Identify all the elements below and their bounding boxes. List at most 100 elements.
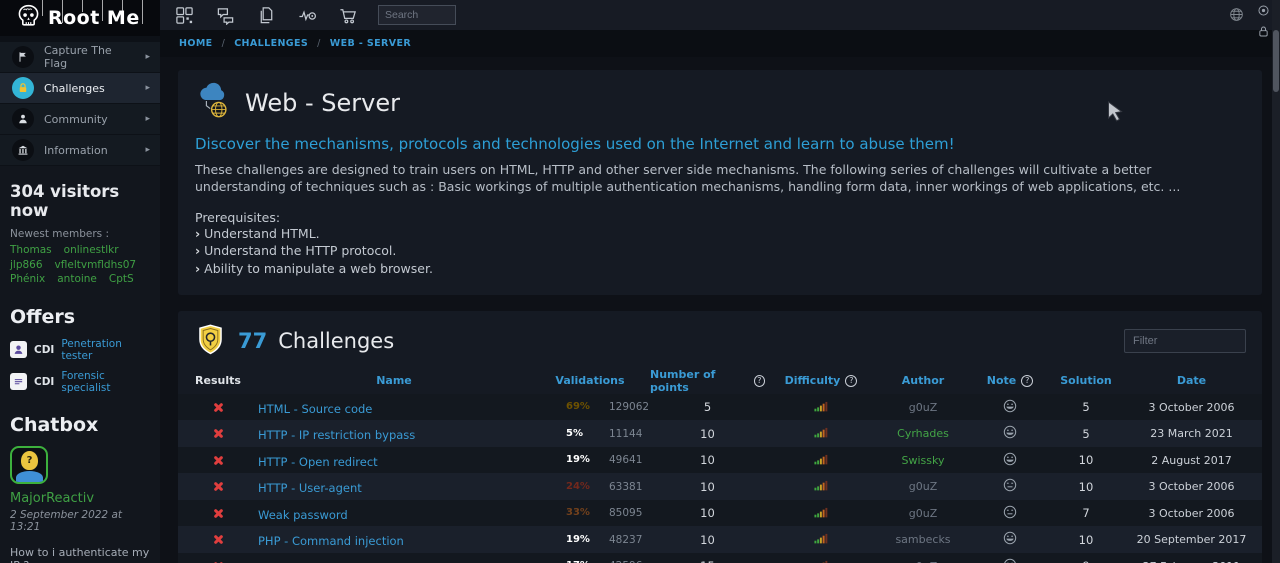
activity-icon[interactable] xyxy=(296,4,318,26)
cart-icon[interactable] xyxy=(337,4,359,26)
avatar[interactable]: ? xyxy=(10,446,48,484)
flag-icon xyxy=(12,46,34,68)
column-header-label: Difficulty xyxy=(785,374,841,387)
challenges-badge-icon xyxy=(194,323,227,360)
table-row: PHP - Command injection19%4823710sambeck… xyxy=(178,526,1262,553)
member-link[interactable]: onlinestlkr xyxy=(64,244,119,257)
member-link[interactable]: Thomas xyxy=(10,244,52,257)
offer-link[interactable]: Penetration tester xyxy=(61,338,150,362)
validation-count: 85095 xyxy=(609,507,642,519)
forum-icon[interactable] xyxy=(214,4,236,26)
help-icon[interactable]: ? xyxy=(845,375,857,387)
result-cell xyxy=(178,451,258,470)
chevron-bullet-icon: › xyxy=(195,243,200,258)
difficulty-icon xyxy=(814,557,829,563)
solution-cell: 10 xyxy=(1051,533,1121,547)
validation-percentage: 24% xyxy=(566,481,590,492)
chat-username[interactable]: MajorReactiv xyxy=(10,491,150,506)
validations-cell: 17%42596 xyxy=(530,558,650,563)
validation-count: 49641 xyxy=(609,454,642,466)
sidebar-menu: Capture The Flag▸Challenges▸Community▸In… xyxy=(0,36,160,166)
intro-panel: Web - Server Discover the mechanisms, pr… xyxy=(178,70,1262,295)
avatar-body-icon xyxy=(16,471,43,484)
scrollbar-thumb[interactable] xyxy=(1273,30,1279,92)
sidebar-item-information[interactable]: Information ▸ xyxy=(0,135,160,166)
challenge-link[interactable]: HTTP - Open redirect xyxy=(258,455,378,469)
points-cell: 10 xyxy=(650,506,765,520)
points-cell: 10 xyxy=(650,480,765,494)
points-cell: 10 xyxy=(650,453,765,467)
chevron-right-icon: ▸ xyxy=(145,145,150,155)
column-header-note: Note? xyxy=(969,374,1051,387)
column-header-label: Results xyxy=(195,374,241,387)
menu-item-label: Information xyxy=(44,144,135,157)
challenge-link[interactable]: Weak password xyxy=(258,508,348,522)
challenge-link[interactable]: PHP - Command injection xyxy=(258,534,404,548)
name-cell: HTTP - Open redirect xyxy=(258,451,530,470)
member-link[interactable]: Phénix xyxy=(10,273,45,286)
challenge-link[interactable]: HTTP - User-agent xyxy=(258,481,362,495)
red-cross-icon xyxy=(213,402,224,413)
target-icon[interactable] xyxy=(1257,2,1270,21)
red-cross-icon xyxy=(213,481,224,492)
table-row: Backup file17%4259615g0uZ927 February 20… xyxy=(178,553,1262,563)
globe-icon[interactable] xyxy=(1229,7,1244,26)
challenge-link[interactable]: HTML - Source code xyxy=(258,402,372,416)
member-link[interactable]: CptS xyxy=(109,273,134,286)
breadcrumb-link-web-server[interactable]: WEB - SERVER xyxy=(330,38,411,49)
help-icon[interactable]: ? xyxy=(1021,375,1033,387)
difficulty-icon xyxy=(814,398,829,417)
member-link[interactable]: jlp866 xyxy=(10,259,43,272)
chat-message: How to i authenticate my IP ? xyxy=(10,546,150,563)
table-row: HTTP - User-agent24%6338110g0uZ103 Octob… xyxy=(178,473,1262,500)
column-header-results: Results xyxy=(178,374,258,387)
offers-title: Offers xyxy=(10,306,150,328)
offer-link[interactable]: Forensic specialist xyxy=(61,370,150,394)
grin-face-icon xyxy=(1003,530,1017,549)
column-header-date: Date xyxy=(1121,374,1262,387)
challenges-panel: 77 Challenges ResultsNameValidationsNumb… xyxy=(178,311,1262,563)
filter-input[interactable] xyxy=(1124,329,1246,353)
difficulty-cell xyxy=(765,557,877,563)
author-cell[interactable]: Swissky xyxy=(877,454,969,467)
breadcrumb-link-challenges[interactable]: CHALLENGES xyxy=(234,38,308,49)
validations-cell: 24%63381 xyxy=(530,479,650,495)
column-header-number-of-points: Number of points? xyxy=(650,368,765,394)
validation-count: 129062 xyxy=(609,401,649,413)
documents-icon[interactable] xyxy=(255,4,277,26)
neutral-face-icon xyxy=(1003,477,1017,496)
challenge-link[interactable]: HTTP - IP restriction bypass xyxy=(258,428,415,442)
building-icon xyxy=(12,139,34,161)
padlock-icon xyxy=(12,77,34,99)
lock-icon[interactable] xyxy=(1257,23,1270,42)
author-cell: g0uZ xyxy=(877,401,969,414)
date-cell: 2 August 2017 xyxy=(1121,454,1262,467)
author-cell: g0uZ xyxy=(877,560,969,563)
column-header-label: Number of points xyxy=(650,368,749,394)
breadcrumb-separator: / xyxy=(222,38,226,49)
red-cross-icon xyxy=(213,508,224,519)
column-header-validations: Validations xyxy=(530,374,650,387)
solution-cell: 10 xyxy=(1051,453,1121,467)
validation-percentage: 69% xyxy=(566,401,590,412)
sidebar-item-capture-the-flag[interactable]: Capture The Flag▸ xyxy=(0,42,160,73)
author-cell[interactable]: Cyrhades xyxy=(877,427,969,440)
search-input[interactable] xyxy=(378,5,456,25)
neutral-face-icon xyxy=(1003,557,1017,563)
help-icon[interactable]: ? xyxy=(754,375,765,387)
sidebar-item-challenges[interactable]: Challenges▸ xyxy=(0,73,160,104)
difficulty-cell xyxy=(765,451,877,470)
sidebar-item-community[interactable]: Community▸ xyxy=(0,104,160,135)
points-cell: 10 xyxy=(650,533,765,547)
content: Web - Server Discover the mechanisms, pr… xyxy=(160,57,1280,563)
note-cell xyxy=(969,424,1051,443)
solution-cell: 5 xyxy=(1051,400,1121,414)
member-link[interactable]: antoine xyxy=(57,273,97,286)
column-header-author: Author xyxy=(877,374,969,387)
breadcrumb-link-home[interactable]: HOME xyxy=(179,38,213,49)
logo[interactable]: Root Me xyxy=(0,0,160,36)
web-server-icon xyxy=(195,82,233,124)
screenshot-icon[interactable] xyxy=(173,4,195,26)
member-link[interactable]: vfleltvmfldhs07 xyxy=(55,259,137,272)
prerequisite-text: Understand the HTTP protocol. xyxy=(204,243,396,258)
